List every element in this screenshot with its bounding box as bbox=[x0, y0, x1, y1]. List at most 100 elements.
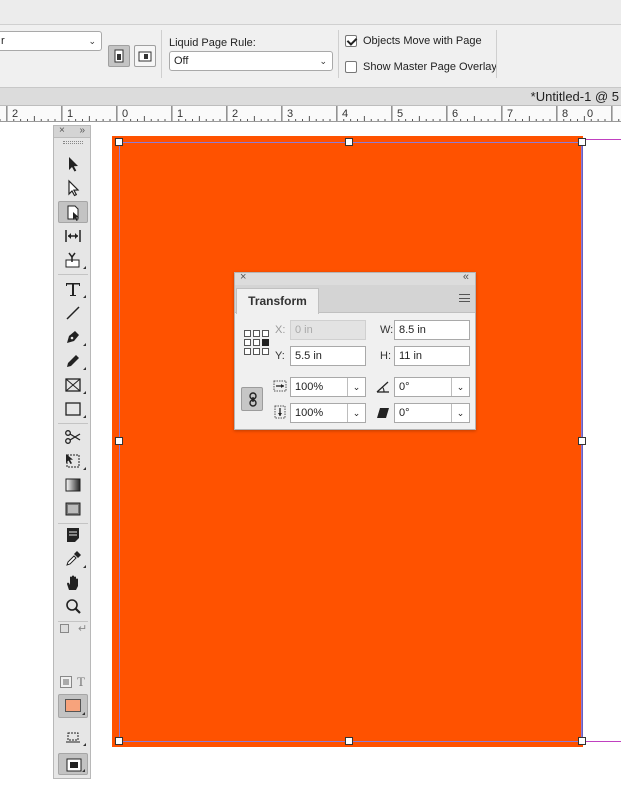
constrain-proportions-button[interactable] bbox=[241, 387, 263, 411]
panel-menu-icon[interactable] bbox=[459, 294, 470, 302]
h-field[interactable]: 11 in bbox=[394, 346, 470, 366]
ruler-label: 2 bbox=[232, 108, 238, 120]
page-toggle-button-a[interactable] bbox=[108, 45, 130, 67]
selection-tool[interactable] bbox=[58, 153, 88, 175]
apply-none-icon bbox=[66, 732, 80, 743]
shear-combo[interactable]: 0° ⌄ bbox=[394, 403, 470, 423]
close-icon[interactable]: × bbox=[59, 125, 65, 136]
control-separator bbox=[161, 30, 162, 78]
tools-panel: × » ↵ T bbox=[53, 125, 91, 779]
x-field[interactable]: 0 in bbox=[290, 320, 366, 340]
chevron-down-icon[interactable]: ⌄ bbox=[451, 404, 469, 422]
tools-separator bbox=[58, 274, 88, 275]
gradient-feather-tool[interactable] bbox=[58, 498, 88, 520]
type-tool[interactable] bbox=[58, 278, 88, 300]
rectangle-frame-tool[interactable] bbox=[58, 374, 88, 396]
formatting-text-icon[interactable]: T bbox=[77, 674, 85, 690]
chevron-down-icon[interactable]: ⌄ bbox=[451, 378, 469, 396]
rotate-combo[interactable]: 0° ⌄ bbox=[394, 377, 470, 397]
selection-handle[interactable] bbox=[578, 138, 586, 146]
liquid-page-rule-select[interactable]: Off ⌄ bbox=[169, 51, 333, 71]
liquid-page-rule-value: Off bbox=[174, 55, 189, 67]
rotate-value: 0° bbox=[399, 381, 410, 393]
control-separator bbox=[338, 30, 339, 78]
collapse-icon[interactable]: « bbox=[463, 271, 469, 283]
default-fill-stroke-icon[interactable] bbox=[60, 624, 69, 633]
tool-submenu-indicator bbox=[83, 391, 86, 394]
selection-handle[interactable] bbox=[115, 138, 123, 146]
tools-grip[interactable] bbox=[63, 141, 83, 144]
rect-icon bbox=[65, 402, 81, 416]
collapse-icon[interactable]: » bbox=[79, 125, 85, 136]
arrow-hollow-icon bbox=[68, 179, 80, 197]
rotate-icon bbox=[376, 381, 389, 393]
selection-handle[interactable] bbox=[578, 437, 586, 445]
apply-color-tool[interactable] bbox=[58, 726, 88, 748]
y-label: Y: bbox=[275, 350, 285, 362]
scissors-icon bbox=[65, 430, 81, 444]
direct-selection-tool[interactable] bbox=[58, 177, 88, 199]
note-tool[interactable] bbox=[58, 524, 88, 546]
gap-tool[interactable] bbox=[58, 225, 88, 247]
content-collector-tool[interactable] bbox=[58, 249, 88, 271]
page-toggle-button-b[interactable] bbox=[134, 45, 156, 67]
eyedropper-tool[interactable] bbox=[58, 548, 88, 570]
selection-handle[interactable] bbox=[115, 737, 123, 745]
fill-color bbox=[65, 699, 81, 712]
tool-submenu-indicator bbox=[83, 565, 86, 568]
close-icon[interactable]: × bbox=[240, 271, 246, 283]
scale-x-combo[interactable]: 100% ⌄ bbox=[290, 377, 366, 397]
top-select-value: r bbox=[1, 35, 5, 47]
page-tool[interactable] bbox=[58, 201, 88, 223]
w-field[interactable]: 8.5 in bbox=[394, 320, 470, 340]
top-select[interactable]: r ⌄ bbox=[0, 31, 102, 51]
line-tool[interactable] bbox=[58, 302, 88, 324]
zoom-tool[interactable] bbox=[58, 596, 88, 618]
rectangle-tool[interactable] bbox=[58, 398, 88, 420]
formatting-container-icon[interactable] bbox=[60, 676, 72, 688]
gradient-swatch-tool[interactable] bbox=[58, 474, 88, 496]
transform-panel-titlebar[interactable]: × « bbox=[235, 271, 475, 285]
tool-submenu-indicator bbox=[83, 467, 86, 470]
tool-submenu-indicator bbox=[83, 266, 86, 269]
ruler-label: 1 bbox=[177, 108, 183, 120]
tools-separator bbox=[58, 423, 88, 424]
tools-panel-header[interactable]: × » bbox=[54, 125, 90, 138]
tab-transform[interactable]: Transform bbox=[236, 288, 319, 314]
gap-icon bbox=[65, 230, 81, 242]
selection-frame[interactable] bbox=[119, 142, 582, 742]
swap-fill-stroke-icon[interactable]: ↵ bbox=[78, 622, 87, 635]
selection-handle[interactable] bbox=[115, 437, 123, 445]
frame-x-icon bbox=[65, 378, 81, 392]
control-bar-top-strip bbox=[0, 0, 621, 25]
horizontal-ruler[interactable]: 2 1 0 1 2 3 4 5 6 7 8 0 bbox=[0, 106, 621, 122]
reference-point-icon[interactable] bbox=[244, 330, 270, 356]
transform-panel-tabs: Transform bbox=[235, 285, 475, 314]
free-transform-tool[interactable] bbox=[58, 450, 88, 472]
chevron-down-icon[interactable]: ⌄ bbox=[347, 378, 365, 396]
transform-panel: × « Transform X: 0 in W: 8.5 in Y: 5.5 i… bbox=[234, 271, 476, 430]
type-icon bbox=[66, 283, 80, 296]
hand-tool[interactable] bbox=[58, 572, 88, 594]
chevron-down-icon: ⌄ bbox=[319, 56, 327, 66]
ruler-label: 7 bbox=[507, 108, 513, 120]
show-master-overlay-checkbox[interactable] bbox=[345, 61, 357, 73]
pencil-tool[interactable] bbox=[58, 350, 88, 372]
document-tab-title[interactable]: *Untitled-1 @ 5 bbox=[531, 89, 619, 104]
selection-handle[interactable] bbox=[578, 737, 586, 745]
selection-handle[interactable] bbox=[345, 737, 353, 745]
selection-handle[interactable] bbox=[345, 138, 353, 146]
scale-x-value: 100% bbox=[295, 381, 324, 393]
scale-y-value: 100% bbox=[295, 407, 324, 419]
screen-mode-button[interactable] bbox=[58, 753, 88, 775]
fill-swatch[interactable] bbox=[58, 694, 88, 718]
y-field[interactable]: 5.5 in bbox=[290, 346, 366, 366]
ruler-label: 0 bbox=[122, 108, 128, 120]
scale-y-combo[interactable]: 100% ⌄ bbox=[290, 403, 366, 423]
scissors-tool[interactable] bbox=[58, 426, 88, 448]
objects-move-checkbox[interactable] bbox=[345, 35, 357, 47]
pen-tool[interactable] bbox=[58, 326, 88, 348]
chevron-down-icon[interactable]: ⌄ bbox=[347, 404, 365, 422]
free-transform-icon bbox=[66, 454, 80, 468]
scale-y-icon bbox=[274, 405, 286, 419]
